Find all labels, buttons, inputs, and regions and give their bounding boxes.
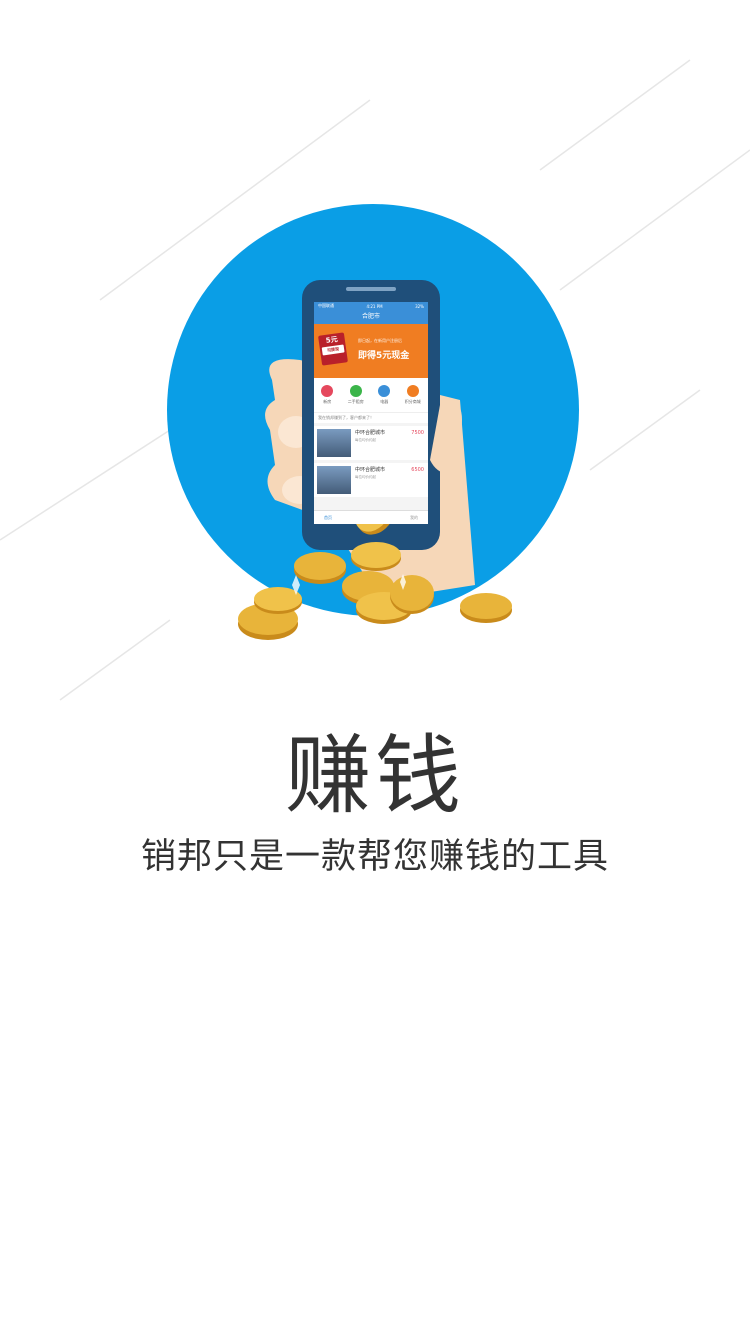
listing-meta: 每位均价约起 [355,438,376,442]
category-appliance: 电器 [378,385,391,405]
building-icon [321,385,334,397]
phone-screen: 中国联通 4:21 PM 32% 合肥市 5元 可提现 即日起，在新用户注册后 … [314,302,428,524]
home-icon [349,385,362,397]
notice-bar: 我在销邦赚到了，客户都来了！ [314,412,428,423]
gift-icon [406,385,419,397]
category-icons: 新房 二手租房 电器 积分商城 [314,378,428,412]
status-carrier: 中国联通 [318,303,334,308]
listing-price: 6500 [411,467,424,473]
category-label: 二手租房 [347,399,364,404]
listing-meta: 每位均价约起 [355,475,376,479]
category-new-house: 新房 [321,385,334,405]
listing-title: 中环合肥城市 [355,430,386,436]
list-item: 中环合肥城市 每位均价约起 7500 [314,426,428,460]
category-label: 积分商城 [404,399,421,404]
listing-price: 7500 [411,430,424,436]
promo-banner: 5元 可提现 即日起，在新用户注册后 即得5元现金 [314,324,428,378]
phone-tab-bar: 首页 我的 [314,510,428,524]
city-selector: 合肥市 [314,310,428,324]
listing-thumbnail [317,429,351,457]
listing-title: 中环合肥城市 [355,467,386,473]
cash-tag-icon: 5元 可提现 [318,332,348,366]
tab-mine: 我的 [410,514,418,520]
category-rent: 二手租房 [348,385,364,405]
category-points-mall: 积分商城 [405,385,421,405]
banner-subtitle: 即日起，在新用户注册后 [358,338,402,343]
status-time: 4:21 PM [366,303,383,309]
appliance-icon [378,385,391,397]
banner-title: 即得5元现金 [358,351,410,361]
status-battery: 32% [415,303,424,309]
page-subtitle: 销邦只是一款帮您赚钱的工具 [140,837,609,877]
category-label: 新房 [323,399,332,404]
phone-status-bar: 中国联通 4:21 PM 32% [314,302,428,310]
page-title: 赚钱 [285,726,465,826]
listing-thumbnail [317,466,351,494]
category-label: 电器 [380,399,389,404]
cash-tag-label: 可提现 [321,344,345,356]
list-item: 中环合肥城市 每位均价约起 6500 [314,463,428,497]
hero-illustration: 中国联通 4:21 PM 32% 合肥市 5元 可提现 即日起，在新用户注册后 … [0,0,750,700]
tab-home: 首页 [324,514,332,520]
